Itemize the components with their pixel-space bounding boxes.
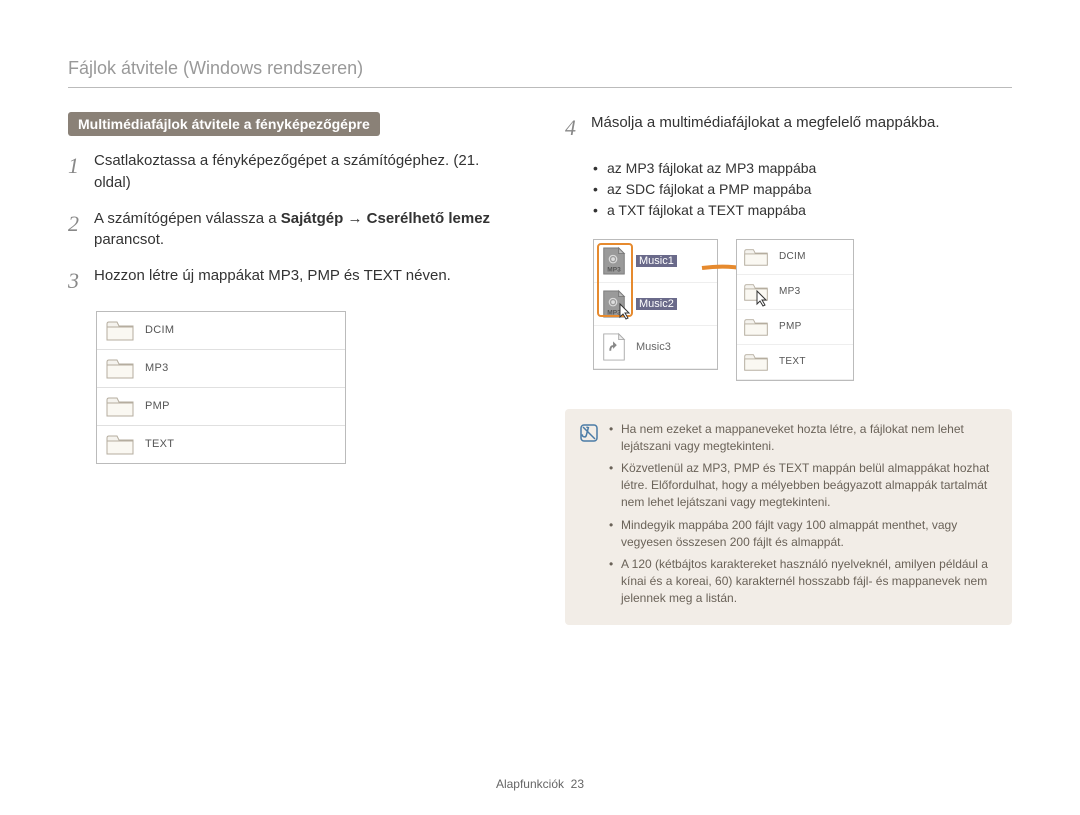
folder-row: PMP — [737, 310, 853, 345]
step2-bold1: Sajátgép — [281, 210, 344, 227]
doc-file-icon — [600, 332, 628, 362]
page-title: Fájlok átvitele (Windows rendszeren) — [68, 58, 1012, 88]
file-row: Music2 — [594, 283, 717, 326]
step-4: 4 Másolja a multimédiafájlokat a megfele… — [565, 112, 1012, 144]
page-footer: Alapfunkciók 23 — [0, 777, 1080, 791]
step-text: A számítógépen válassza a Sajátgép → Cse… — [94, 208, 515, 252]
folder-label: DCIM — [779, 251, 806, 262]
note-list: Ha nem ezeket a mappaneveket hozta létre… — [609, 421, 998, 613]
note-item: Ha nem ezeket a mappaneveket hozta létre… — [609, 421, 998, 455]
step-3: 3 Hozzon létre új mappákat MP3, PMP és T… — [68, 265, 515, 297]
step-number: 1 — [68, 150, 94, 194]
mp3-file-icon — [600, 246, 628, 276]
folder-icon — [105, 356, 135, 381]
folder-icon — [743, 351, 769, 373]
footer-label: Alapfunkciók — [496, 777, 564, 791]
file-label: Music3 — [636, 341, 671, 353]
file-label: Music2 — [636, 298, 677, 310]
step-text: Másolja a multimédiafájlokat a megfelelő… — [591, 112, 940, 144]
left-column: Multimédiafájlok átvitele a fényképezőgé… — [68, 112, 515, 625]
destination-window: DCIM MP3 PMP TEXT — [736, 239, 854, 381]
folder-row: PMP — [97, 388, 345, 426]
folder-row: DCIM — [97, 312, 345, 350]
step-number: 4 — [565, 112, 591, 144]
footer-page: 23 — [571, 777, 584, 791]
section-header: Multimédiafájlok átvitele a fényképezőgé… — [68, 112, 380, 136]
step2-bold2: Cserélhető lemez — [367, 210, 490, 227]
step-text: Hozzon létre új mappákat MP3, PMP és TEX… — [94, 265, 451, 297]
folder-icon — [105, 318, 135, 343]
folder-icon — [105, 432, 135, 457]
file-label: Music1 — [636, 255, 677, 267]
folder-row: TEXT — [737, 345, 853, 380]
note-item: A 120 (kétbájtos karaktereket használó n… — [609, 556, 998, 606]
step-2: 2 A számítógépen válassza a Sajátgép → C… — [68, 208, 515, 252]
folder-label: MP3 — [145, 362, 169, 374]
cursor-icon — [618, 302, 632, 320]
drag-illustration: Music1 Music2 Music3 — [593, 239, 1012, 381]
step-number: 2 — [68, 208, 94, 252]
mapping-bullets: az MP3 fájlokat az MP3 mappába az SDC fá… — [593, 158, 1012, 221]
bullet-item: az MP3 fájlokat az MP3 mappába — [593, 158, 1012, 179]
cursor-icon — [755, 289, 769, 307]
right-column: 4 Másolja a multimédiafájlokat a megfele… — [565, 112, 1012, 625]
note-item: Mindegyik mappába 200 fájlt vagy 100 alm… — [609, 517, 998, 551]
note-icon — [579, 423, 599, 443]
arrow-glyph: → — [343, 210, 366, 227]
bullet-item: az SDC fájlokat a PMP mappába — [593, 179, 1012, 200]
file-row: Music3 — [594, 326, 717, 369]
folder-label: PMP — [145, 400, 170, 412]
folder-row: MP3 — [97, 350, 345, 388]
folder-window-left: DCIM MP3 PMP TEXT — [96, 311, 346, 464]
note-box: Ha nem ezeket a mappaneveket hozta létre… — [565, 409, 1012, 625]
folder-row: DCIM — [737, 240, 853, 275]
folder-icon — [743, 316, 769, 338]
folder-icon — [743, 246, 769, 268]
source-window: Music1 Music2 Music3 — [593, 239, 718, 370]
step-number: 3 — [68, 265, 94, 297]
step-text: Csatlakoztassa a fényképezőgépet a számí… — [94, 150, 515, 194]
folder-label: PMP — [779, 321, 802, 332]
folder-icon — [105, 394, 135, 419]
folder-label: MP3 — [779, 286, 800, 297]
folder-row: MP3 — [737, 275, 853, 310]
folder-row: TEXT — [97, 426, 345, 463]
content-columns: Multimédiafájlok átvitele a fényképezőgé… — [68, 112, 1012, 625]
folder-label: DCIM — [145, 324, 174, 336]
note-item: Közvetlenül az MP3, PMP és TEXT mappán b… — [609, 460, 998, 510]
file-row: Music1 — [594, 240, 717, 283]
folder-label: TEXT — [145, 438, 174, 450]
step2-suffix: parancsot. — [94, 231, 164, 248]
folder-label: TEXT — [779, 356, 806, 367]
step2-prefix: A számítógépen válassza a — [94, 210, 281, 227]
bullet-item: a TXT fájlokat a TEXT mappába — [593, 200, 1012, 221]
step-1: 1 Csatlakoztassa a fényképezőgépet a szá… — [68, 150, 515, 194]
